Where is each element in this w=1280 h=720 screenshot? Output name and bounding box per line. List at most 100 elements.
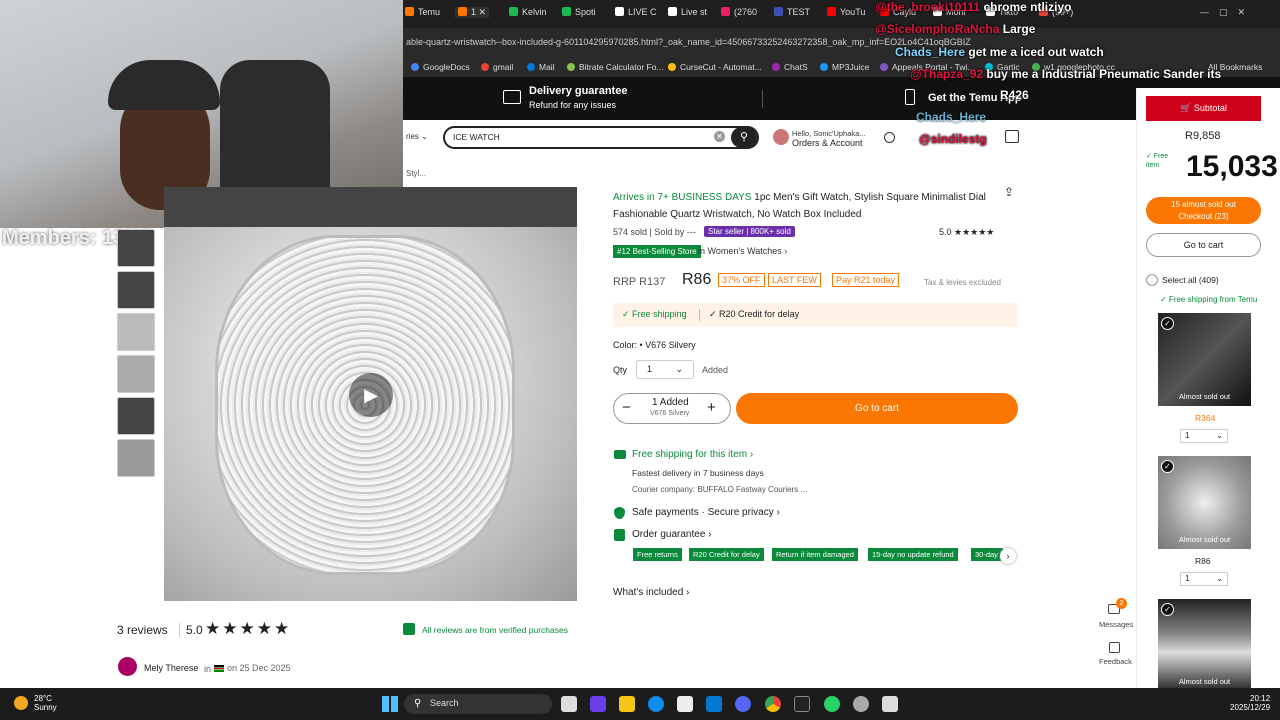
checkbox-checked-icon[interactable]: ✓	[1161, 317, 1174, 330]
tab-live[interactable]: LIVE C	[615, 7, 657, 17]
settings-icon[interactable]	[853, 696, 869, 712]
subtotal-button[interactable]: 🛒 Subtotal	[1146, 96, 1261, 121]
best-selling-category[interactable]: in Women's Watches ›	[698, 246, 787, 256]
spotify-icon	[562, 7, 571, 16]
product-rating[interactable]: 5.0 ★★★★★	[939, 227, 994, 238]
messages-label[interactable]: Messages	[1099, 620, 1133, 629]
chrome-icon[interactable]	[765, 696, 781, 712]
sold-count[interactable]: 574 sold | Sold by ---	[613, 227, 696, 237]
youtube-icon	[827, 7, 836, 16]
tab-kelvin[interactable]: Kelvin	[509, 7, 547, 17]
window-controls[interactable]: — ▢ ✕	[1200, 7, 1245, 18]
free-item-note: ✓ Free item	[1146, 153, 1169, 169]
delivery-guarantee-sub: Refund for any issues	[529, 100, 617, 110]
thumbnail[interactable]	[117, 355, 155, 393]
go-to-cart-sidebar-button[interactable]: Go to cart	[1146, 233, 1261, 257]
app-icon[interactable]	[590, 696, 606, 712]
feedback-label[interactable]: Feedback	[1099, 657, 1132, 666]
app-icon[interactable]	[882, 696, 898, 712]
free-shipping-item-link[interactable]: Free shipping for this item ›	[632, 449, 753, 460]
thumbnail[interactable]	[117, 229, 155, 267]
subtotal-value: R9,858	[1185, 130, 1221, 142]
best-selling-badge[interactable]: #12 Best-Selling Store	[613, 245, 701, 258]
bookmark-mp3juice[interactable]: MP3Juice	[820, 62, 869, 72]
select-all-label[interactable]: Select all (409)	[1162, 275, 1219, 285]
app-icon[interactable]	[794, 696, 810, 712]
checkout-button[interactable]: 15 almost sold out Checkout (23)	[1146, 197, 1261, 224]
thumbnail[interactable]	[117, 439, 155, 477]
thumbnail[interactable]	[117, 271, 155, 309]
discord-icon[interactable]	[735, 696, 751, 712]
phone-icon	[905, 89, 915, 105]
thumbnail[interactable]	[117, 397, 155, 435]
edge-icon[interactable]	[648, 696, 664, 712]
bookmark-chats[interactable]: ChatS	[772, 62, 808, 72]
go-to-cart-button[interactable]: Go to cart	[736, 393, 1018, 424]
avatar[interactable]	[773, 129, 789, 145]
categories-dropdown[interactable]: ries ⌄	[406, 132, 428, 141]
clear-search-icon[interactable]: ✕	[714, 131, 725, 142]
chevron-right-icon[interactable]: ›	[1000, 548, 1016, 564]
whatsapp-icon[interactable]	[824, 696, 840, 712]
cart-item-qty[interactable]: 1 ⌄	[1180, 429, 1228, 443]
verified-icon	[403, 623, 415, 635]
feedback-icon[interactable]	[1109, 642, 1120, 653]
support-icon[interactable]	[884, 132, 895, 143]
search-button[interactable]: ⚲	[731, 127, 757, 148]
select-all-checkbox[interactable]	[1146, 274, 1158, 286]
temu-icon	[458, 7, 467, 16]
tab-test[interactable]: TEST	[774, 7, 810, 17]
tab-live-st[interactable]: Live st	[668, 7, 707, 17]
whats-included-link[interactable]: What's included ›	[613, 587, 689, 598]
chat-message: Chads_Here get me a iced out watch	[895, 45, 1104, 59]
flag-icon	[213, 665, 224, 672]
discount-badge: 37% OFF	[718, 273, 765, 287]
rrp-price: RRP R137	[613, 276, 666, 288]
reviews-count[interactable]: 3 reviews	[117, 623, 168, 637]
account-greeting[interactable]: Hello, Sonic'Uphaka...	[792, 129, 866, 138]
chevron-down-icon: ⌄	[675, 364, 683, 374]
play-video-icon[interactable]: ▶	[349, 373, 393, 417]
courier-info[interactable]: Courier company: BUFFALO Fastway Courier…	[632, 485, 807, 494]
bookmark-googledocs[interactable]: GoogleDocs	[411, 62, 470, 72]
pay-today-badge[interactable]: Pay R21 today	[832, 273, 900, 287]
windows-start-icon[interactable]	[382, 696, 398, 712]
tab-active[interactable]: 1 ✕	[455, 7, 490, 18]
store-icon[interactable]	[677, 696, 693, 712]
system-clock[interactable]: 20:12 2025/12/29	[1230, 694, 1270, 712]
bookmark-gmail[interactable]: gmail	[481, 62, 513, 72]
share-icon[interactable]: ⇪	[1004, 185, 1014, 199]
order-guarantee-link[interactable]: Order guarantee ›	[632, 529, 712, 540]
tab-temu[interactable]: Temu	[405, 7, 440, 17]
guarantee-tag: 15-day no update refund	[868, 548, 958, 561]
cart-icon[interactable]	[1005, 130, 1019, 143]
safe-payments-link[interactable]: Safe payments · Secure privacy ›	[632, 507, 780, 518]
tab-youtube[interactable]: YouTu	[827, 7, 865, 17]
taskbar-search[interactable]: Search	[404, 694, 552, 714]
fastest-delivery: Fastest delivery in 7 business days	[632, 468, 764, 478]
cart-item-qty[interactable]: 1 ⌄	[1180, 572, 1228, 586]
cart-item-price: R86	[1195, 556, 1211, 566]
checkbox-checked-icon[interactable]: ✓	[1161, 460, 1174, 473]
search-input[interactable]: ICE WATCH	[453, 132, 500, 142]
google-icon	[411, 63, 419, 71]
increase-button[interactable]: +	[707, 399, 716, 416]
breadcrumb[interactable]: Styl...	[406, 169, 426, 178]
tab-spotify[interactable]: Spoti	[562, 7, 596, 17]
checkbox-checked-icon[interactable]: ✓	[1161, 603, 1174, 616]
decrease-button[interactable]: −	[622, 399, 631, 416]
truck-icon	[614, 450, 626, 459]
file-explorer-icon[interactable]	[619, 696, 635, 712]
qty-select[interactable]: 1 ⌄	[636, 360, 694, 379]
task-view-icon[interactable]	[561, 696, 577, 712]
tab-2760[interactable]: (2760	[721, 7, 757, 17]
star-seller-badge[interactable]: Star seller | 800K+ sold	[704, 226, 795, 237]
delivery-guarantee-title[interactable]: Delivery guarantee	[529, 85, 627, 97]
bookmark-bitrate[interactable]: Bitrate Calculator Fo...	[567, 62, 664, 72]
thumbnail[interactable]	[117, 313, 155, 351]
bookmark-cursecut[interactable]: CurseCut - Automat...	[668, 62, 762, 72]
bookmark-mail[interactable]: Mail	[527, 62, 555, 72]
mail-icon[interactable]	[706, 696, 722, 712]
weather-widget[interactable]: 28°C Sunny	[34, 694, 57, 712]
orders-account-link[interactable]: Orders & Account	[792, 138, 863, 148]
